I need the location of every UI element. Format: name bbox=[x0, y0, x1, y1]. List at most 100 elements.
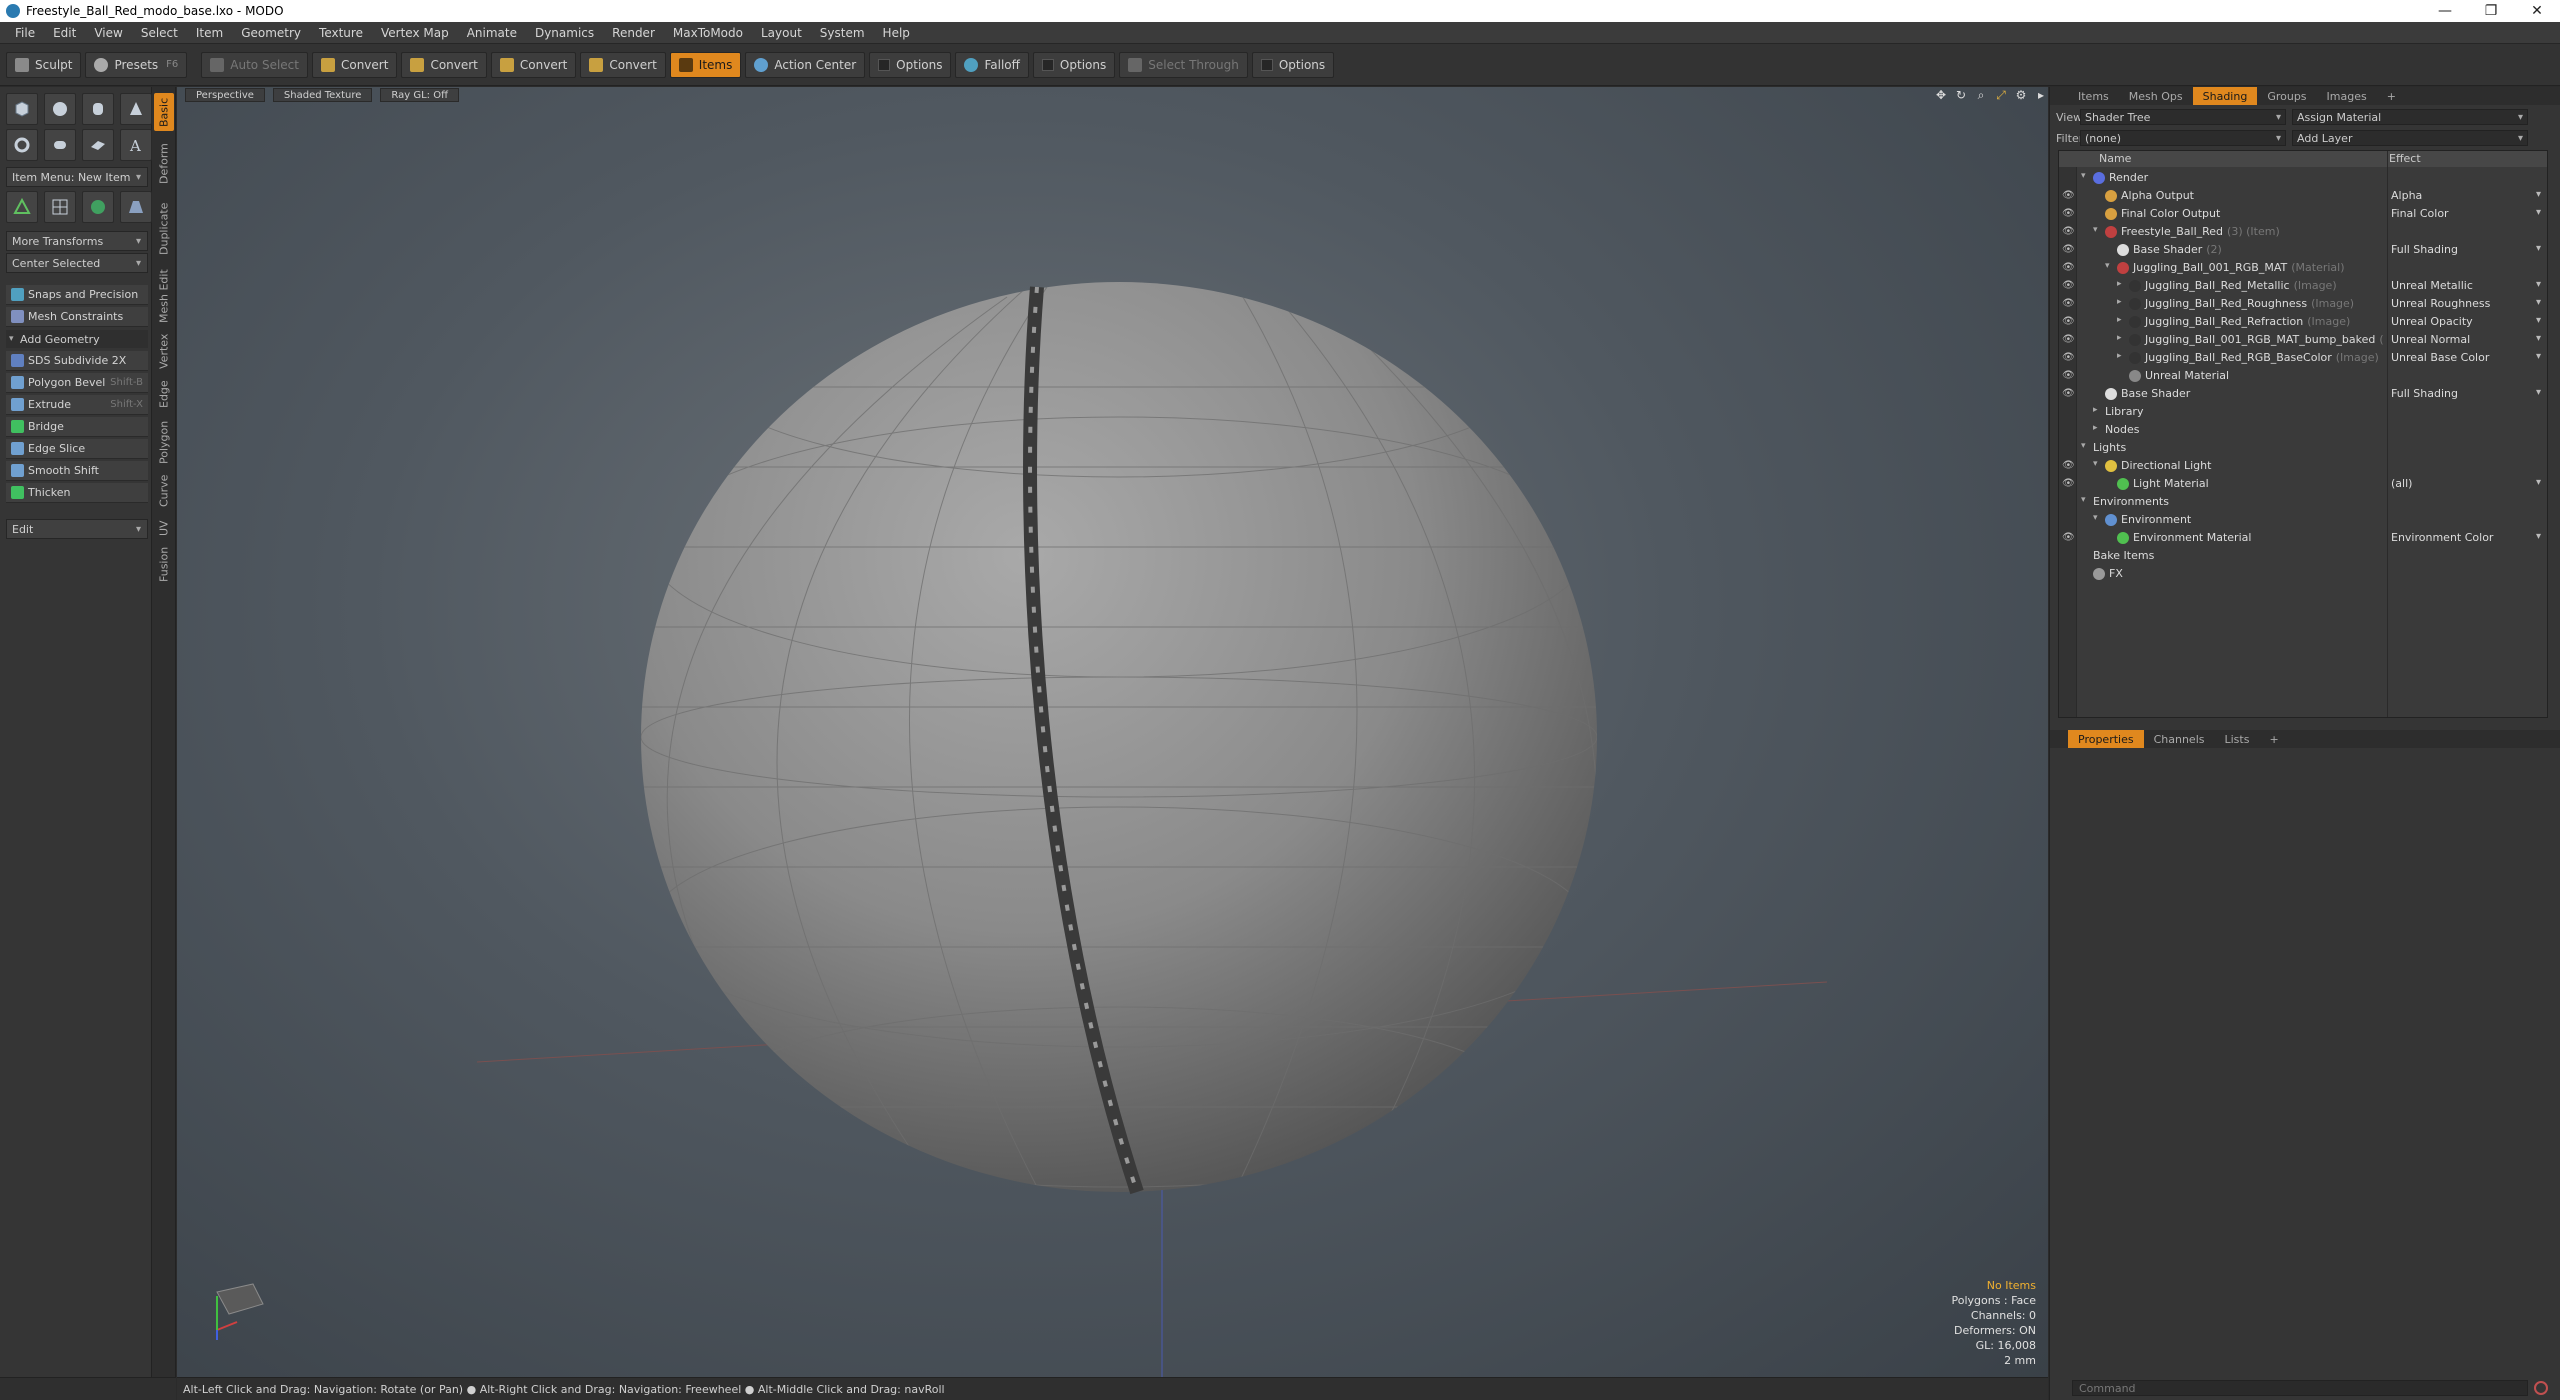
menu-file[interactable]: File bbox=[6, 26, 44, 40]
expand-toggle-icon[interactable]: ▾ bbox=[2093, 459, 2098, 469]
layer-effect-dropdown[interactable]: Alpha bbox=[2391, 189, 2541, 202]
tree-row[interactable]: Bake Items bbox=[2059, 547, 2547, 565]
filter-dropdown[interactable]: (none) bbox=[2080, 130, 2286, 146]
falloff-options[interactable]: Options bbox=[1032, 51, 1116, 78]
view-dropdown[interactable]: Shader Tree bbox=[2080, 109, 2286, 125]
capsule-tool[interactable] bbox=[44, 129, 76, 161]
expand-toggle-icon[interactable]: ▸ bbox=[2117, 315, 2122, 325]
expand-toggle-icon[interactable]: ▸ bbox=[2117, 297, 2122, 307]
convert-materials-button[interactable]: Convert bbox=[580, 51, 666, 78]
visibility-eye-icon[interactable]: 👁 bbox=[2062, 352, 2075, 364]
ray-gl-button[interactable]: Ray GL: Off bbox=[380, 88, 459, 102]
tab-channels[interactable]: Channels bbox=[2144, 730, 2215, 748]
menu-dynamics[interactable]: Dynamics bbox=[526, 26, 603, 40]
juggling-ball-mesh[interactable] bbox=[641, 282, 1597, 1192]
tree-row[interactable]: ▸ Library bbox=[2059, 403, 2547, 421]
add-geometry-header[interactable]: Add Geometry bbox=[6, 330, 148, 348]
layer-effect-dropdown[interactable]: (all) bbox=[2391, 477, 2541, 490]
fit-view-icon[interactable]: ⤢ bbox=[1994, 88, 2008, 102]
tool-smooth-shift[interactable]: Smooth Shift bbox=[6, 461, 148, 481]
command-input[interactable]: Command bbox=[2072, 1380, 2528, 1396]
tool-bridge[interactable]: Bridge bbox=[6, 417, 148, 437]
zoom-icon[interactable]: ⌕ bbox=[1974, 88, 1988, 102]
expand-toggle-icon[interactable]: ▸ bbox=[2117, 351, 2122, 361]
side-tab-polygon[interactable]: Polygon bbox=[154, 417, 174, 467]
rotate-view-icon[interactable]: ↻ bbox=[1954, 88, 1968, 102]
layer-effect-dropdown[interactable]: Final Color bbox=[2391, 207, 2541, 220]
tab-add[interactable]: + bbox=[2377, 87, 2406, 105]
layer-effect-dropdown[interactable]: Full Shading bbox=[2391, 243, 2541, 256]
gear-icon[interactable]: ⚙ bbox=[2014, 88, 2028, 102]
expand-toggle-icon[interactable]: ▾ bbox=[2081, 495, 2086, 505]
expand-toggle-icon[interactable]: ▾ bbox=[2093, 225, 2098, 235]
menu-render[interactable]: Render bbox=[603, 26, 664, 40]
side-tab-curve[interactable]: Curve bbox=[154, 471, 174, 511]
layer-effect-dropdown[interactable]: Unreal Roughness bbox=[2391, 297, 2541, 310]
layer-effect-dropdown[interactable]: Unreal Opacity bbox=[2391, 315, 2541, 328]
visibility-eye-icon[interactable]: 👁 bbox=[2062, 370, 2075, 382]
expand-toggle-icon[interactable]: ▸ bbox=[2093, 405, 2098, 415]
visibility-eye-icon[interactable]: 👁 bbox=[2062, 460, 2075, 472]
convert-vertices-button[interactable]: Convert bbox=[311, 51, 398, 78]
visibility-eye-icon[interactable]: 👁 bbox=[2062, 334, 2075, 346]
tree-row[interactable]: 👁 ▸ Juggling_Ball_Red_Metallic (Image) Unrea… bbox=[2059, 277, 2547, 295]
layer-effect-dropdown[interactable]: Unreal Metallic bbox=[2391, 279, 2541, 292]
rotate-tool[interactable] bbox=[82, 191, 114, 223]
transform-tool[interactable] bbox=[6, 191, 38, 223]
expand-toggle-icon[interactable]: ▾ bbox=[2081, 171, 2086, 181]
expand-toggle-icon[interactable]: ▸ bbox=[2117, 333, 2122, 343]
menu-help[interactable]: Help bbox=[874, 26, 919, 40]
items-mode-button[interactable]: Items bbox=[669, 51, 742, 78]
layer-effect-dropdown[interactable]: Unreal Normal bbox=[2391, 333, 2541, 346]
falloff-button[interactable]: Falloff bbox=[955, 51, 1029, 78]
layer-effect-dropdown[interactable]: Unreal Base Color bbox=[2391, 351, 2541, 364]
plane-tool[interactable] bbox=[82, 129, 114, 161]
visibility-eye-icon[interactable]: 👁 bbox=[2062, 244, 2075, 256]
side-tab-deform[interactable]: Deform bbox=[154, 135, 174, 193]
tree-row[interactable]: 👁 ▸ Juggling_Ball_Red_RGB_BaseColor (Image)… bbox=[2059, 349, 2547, 367]
visibility-eye-icon[interactable]: 👁 bbox=[2062, 388, 2075, 400]
expand-toggle-icon[interactable]: ▾ bbox=[2081, 441, 2086, 451]
tree-row[interactable]: ▾ Lights bbox=[2059, 439, 2547, 457]
center-selected-dropdown[interactable]: Center Selected bbox=[6, 253, 148, 273]
side-tab-edge[interactable]: Edge bbox=[154, 375, 174, 413]
tab-mesh-ops[interactable]: Mesh Ops bbox=[2119, 87, 2193, 105]
command-clear-icon[interactable] bbox=[2534, 1381, 2548, 1395]
auto-select-button[interactable]: Auto Select bbox=[201, 51, 308, 78]
cylinder-tool[interactable] bbox=[82, 93, 114, 125]
maximize-button[interactable]: ❐ bbox=[2468, 0, 2514, 22]
tab-items[interactable]: Items bbox=[2068, 87, 2119, 105]
menu-view[interactable]: View bbox=[85, 26, 131, 40]
side-tab-duplicate[interactable]: Duplicate bbox=[154, 197, 174, 261]
sculpt-button[interactable]: Sculpt bbox=[6, 51, 82, 78]
menu-texture[interactable]: Texture bbox=[310, 26, 372, 40]
tab-properties[interactable]: Properties bbox=[2068, 730, 2144, 748]
scale-tool[interactable] bbox=[120, 191, 152, 223]
viewport-menu-icon[interactable]: ▸ bbox=[2034, 88, 2048, 102]
tree-row[interactable]: 👁 ▸ Juggling_Ball_Red_Refraction (Image) Unr… bbox=[2059, 313, 2547, 331]
convert-edges-button[interactable]: Convert bbox=[401, 51, 487, 78]
expand-toggle-icon[interactable]: ▾ bbox=[2105, 261, 2110, 271]
side-tab-vertex[interactable]: Vertex bbox=[154, 331, 174, 371]
tree-row[interactable]: 👁 Environment Material Environment Color bbox=[2059, 529, 2547, 547]
tool-thicken[interactable]: Thicken bbox=[6, 483, 148, 503]
visibility-eye-icon[interactable]: 👁 bbox=[2062, 226, 2075, 238]
tab-groups[interactable]: Groups bbox=[2257, 87, 2316, 105]
visibility-eye-icon[interactable]: 👁 bbox=[2062, 298, 2075, 310]
menu-layout[interactable]: Layout bbox=[752, 26, 811, 40]
torus-tool[interactable] bbox=[6, 129, 38, 161]
tree-row[interactable]: FX bbox=[2059, 565, 2547, 583]
edit-dropdown[interactable]: Edit bbox=[6, 519, 148, 539]
visibility-eye-icon[interactable]: 👁 bbox=[2062, 316, 2075, 328]
menu-edit[interactable]: Edit bbox=[44, 26, 85, 40]
minimize-button[interactable]: — bbox=[2422, 0, 2468, 22]
expand-toggle-icon[interactable]: ▸ bbox=[2117, 279, 2122, 289]
tree-row[interactable]: ▸ Nodes bbox=[2059, 421, 2547, 439]
snaps-precision-button[interactable]: Snaps and Precision bbox=[6, 285, 148, 305]
tab-lists[interactable]: Lists bbox=[2215, 730, 2260, 748]
close-button[interactable]: ✕ bbox=[2514, 0, 2560, 22]
cube-tool[interactable] bbox=[6, 93, 38, 125]
side-tab-mesh-edit[interactable]: Mesh Edit bbox=[154, 265, 174, 327]
more-transforms-dropdown[interactable]: More Transforms bbox=[6, 231, 148, 251]
tree-row[interactable]: 👁 ▸ Juggling_Ball_Red_Roughness (Image) Unre… bbox=[2059, 295, 2547, 313]
